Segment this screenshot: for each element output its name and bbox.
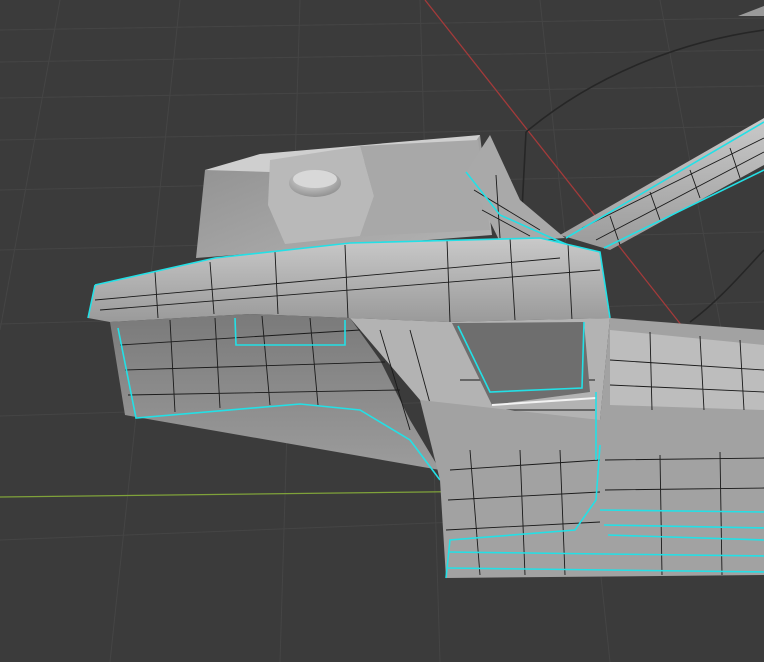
front-fender (87, 237, 611, 323)
3d-viewport[interactable] (0, 0, 764, 662)
far-mirror-tip (738, 6, 764, 16)
a-pillar (560, 118, 764, 250)
viewport-canvas[interactable] (0, 0, 764, 662)
car-roof-outline (525, 29, 764, 133)
